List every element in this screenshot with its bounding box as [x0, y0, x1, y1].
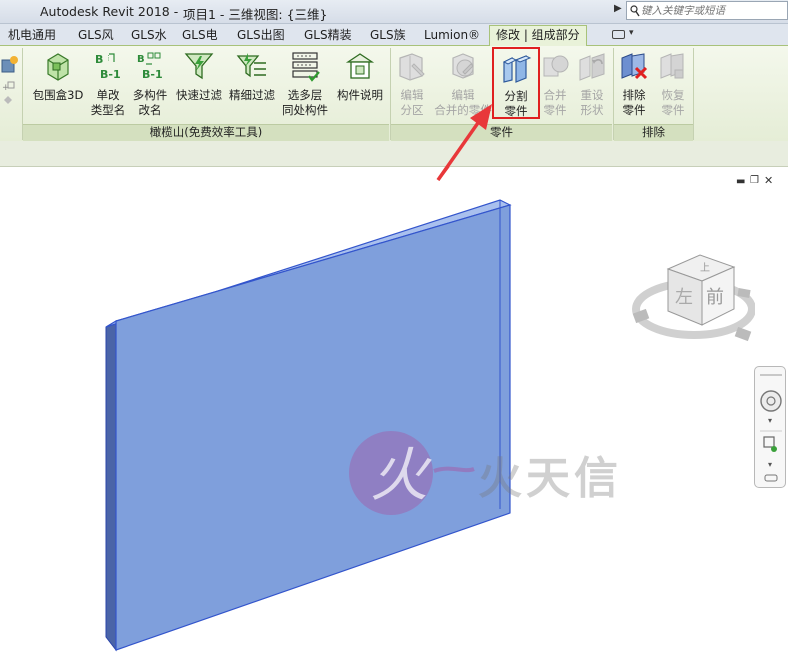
reset-shape-button[interactable]: 重设 形状: [572, 46, 612, 122]
rename-type-button[interactable]: B ⋮ B-1 单改 类型名: [89, 46, 127, 122]
search-icon: [630, 5, 640, 17]
options-bar: [0, 141, 788, 167]
multi-level-select-label: 选多层 同处构件: [282, 88, 328, 117]
fine-filter-button[interactable]: 精细过滤: [226, 46, 278, 122]
navigation-bar: ▾ ▾: [754, 366, 786, 488]
chevron-down-icon: ▾: [768, 460, 772, 469]
exclude-parts-label: 排除 零件: [622, 88, 646, 117]
merge-parts-label: 合并 零件: [543, 88, 567, 117]
quick-filter-label: 快速过滤: [176, 88, 222, 102]
ribbon-toggle-icon: [612, 30, 625, 39]
tab-mep-general[interactable]: 机电通用: [8, 27, 56, 45]
component-info-label: 构件说明: [337, 88, 383, 102]
tab-gls-drawing[interactable]: GLS出图: [237, 27, 285, 45]
viewcube-left-face: 左: [675, 287, 693, 308]
bounding-box-3d-button[interactable]: 包围盒3D: [27, 46, 89, 122]
exclude-parts-button[interactable]: 排除 零件: [614, 46, 654, 122]
search-box[interactable]: [626, 1, 788, 20]
viewcube-front-face: 前: [706, 287, 724, 308]
tab-modify-parts[interactable]: 修改 | 组成部分: [489, 25, 587, 46]
navigation-controls[interactable]: ▾ ▾: [758, 371, 784, 485]
panel-label-gls: 橄榄山(免费效率工具): [23, 124, 389, 141]
ribbon-tab-bar: 机电通用 GLS风 GLS水 GLS电 GLS出图 GLS精装 GLS族 Lum…: [0, 24, 788, 46]
svg-text:火: 火: [370, 441, 432, 509]
edit-division-button[interactable]: 编辑 分区: [392, 46, 432, 122]
tab-gls-family[interactable]: GLS族: [370, 27, 406, 45]
divide-parts-icon: [502, 55, 532, 83]
edit-merged-parts-icon: [452, 53, 474, 79]
zoom-region-icon: [763, 436, 775, 448]
svg-text:B-1: B-1: [100, 68, 121, 81]
title-bar: Autodesk Revit 2018 - 项目1 - 三维视图: {三维} ▶: [0, 0, 788, 24]
restore-parts-button[interactable]: 恢复 零件: [654, 46, 692, 122]
edit-division-icon: [399, 53, 425, 81]
merge-parts-button[interactable]: 合并 零件: [540, 46, 570, 122]
expand-arrow-icon[interactable]: ▶: [614, 3, 622, 14]
tab-gls-hvac[interactable]: GLS风: [78, 27, 114, 45]
chevron-down-icon: ▾: [629, 28, 634, 38]
pointer-arrow: [436, 104, 492, 182]
tab-gls-electrical[interactable]: GLS电: [182, 27, 218, 45]
svg-text:B: B: [137, 54, 145, 65]
multi-level-select-button[interactable]: 选多层 同处构件: [279, 46, 331, 122]
3d-view-canvas[interactable]: [0, 167, 788, 666]
viewcube[interactable]: 上 左 前: [630, 245, 755, 345]
fine-filter-label: 精细过滤: [229, 88, 275, 102]
rename-type-label: 单改 类型名: [90, 88, 126, 117]
search-input[interactable]: [641, 3, 785, 18]
bounding-box-3d-icon: [47, 53, 69, 81]
panel-label-exclude: 排除: [614, 124, 693, 141]
svg-text:B-1: B-1: [142, 68, 163, 81]
wall-side-face: [105, 320, 117, 652]
separator: [693, 48, 694, 140]
component-info-icon: [345, 53, 375, 79]
steering-wheel-icon: [760, 390, 782, 412]
bounding-box-3d-label: 包围盒3D: [32, 88, 84, 102]
tab-gls-plumbing[interactable]: GLS水: [131, 27, 167, 45]
reset-shape-label: 重设 形状: [580, 88, 604, 117]
exclude-parts-icon: [621, 53, 648, 80]
watermark-text: 火天信: [478, 453, 622, 504]
panel-label-parts: 零件: [391, 124, 612, 141]
chevron-down-icon: ▾: [768, 416, 772, 425]
divide-parts-label: 分割 零件: [504, 89, 528, 118]
fine-filter-icon: [236, 53, 266, 78]
multi-rename-icon: B B-1: [137, 52, 163, 81]
ribbon: + 包围盒3D B ⋮ B-1 单改 类型名 B B-1 多构件 改名 快速过滤…: [0, 46, 788, 141]
tab-lumion[interactable]: Lumion®: [424, 27, 480, 45]
project-title: 项目1 - 三维视图: {三维}: [183, 7, 328, 22]
quick-filter-icon: [184, 53, 214, 80]
component-info-button[interactable]: 构件说明: [332, 46, 388, 122]
svg-text:⋮: ⋮: [105, 54, 112, 62]
merge-parts-icon: [543, 55, 569, 77]
multi-rename-label: 多构件 改名: [132, 88, 168, 117]
app-title: Autodesk Revit 2018 -: [40, 4, 179, 19]
restore-parts-label: 恢复 零件: [661, 88, 685, 117]
ribbon-minimize-toggle[interactable]: ▾: [612, 28, 638, 42]
edit-division-label: 编辑 分区: [400, 88, 424, 117]
nav-options-icon: [764, 474, 778, 482]
multi-level-select-icon: [292, 52, 320, 82]
quick-filter-button[interactable]: 快速过滤: [173, 46, 225, 122]
select-tools-icon[interactable]: +: [0, 52, 20, 132]
viewcube-top-face: 上: [700, 262, 710, 274]
svg-text:B: B: [95, 53, 103, 66]
rename-type-icon: B ⋮ B-1: [95, 53, 121, 81]
multi-rename-button[interactable]: B B-1 多构件 改名: [128, 46, 172, 122]
restore-parts-icon: [660, 53, 684, 79]
reset-shape-icon: [579, 53, 605, 81]
tab-gls-interior[interactable]: GLS精装: [304, 27, 352, 45]
